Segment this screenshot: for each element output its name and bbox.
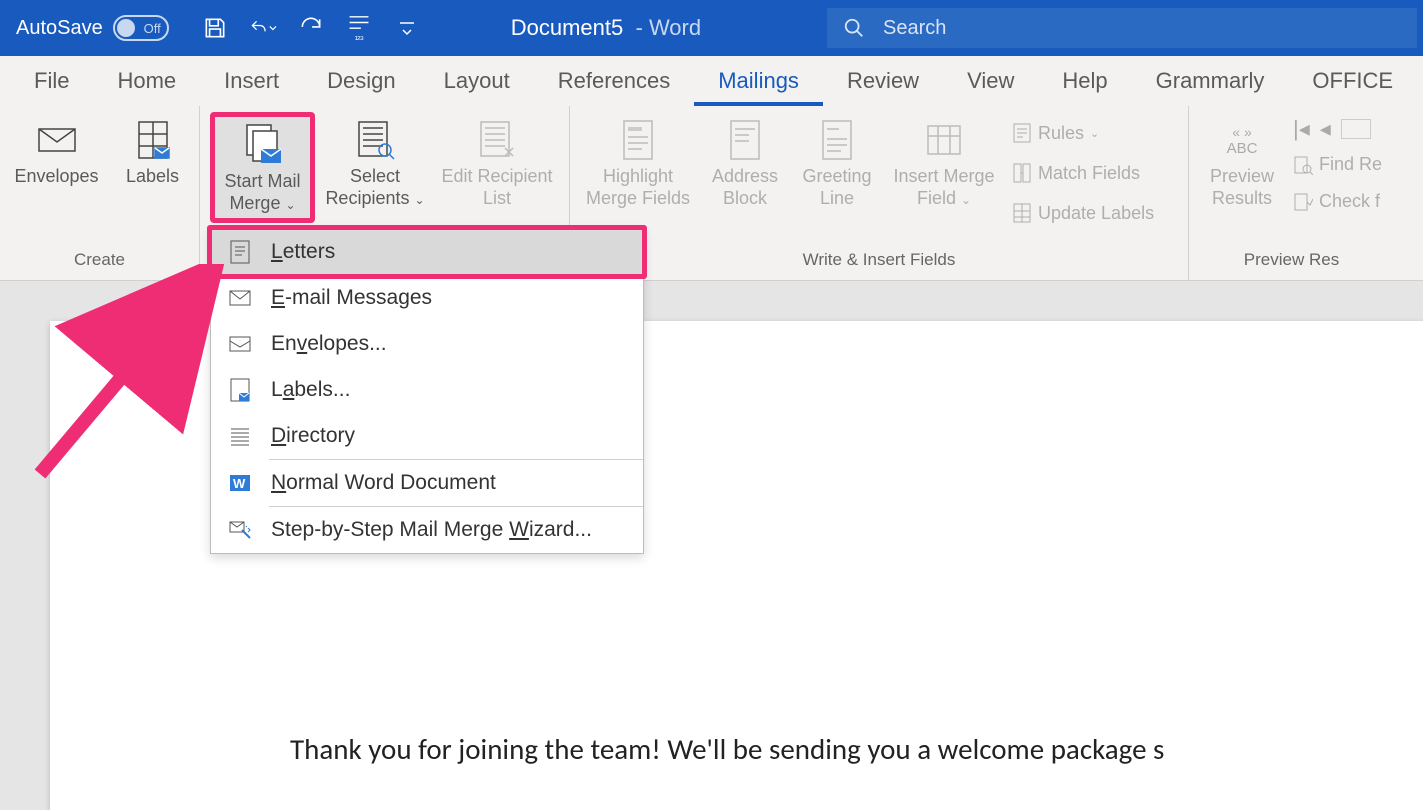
search-box[interactable]: Search bbox=[827, 8, 1417, 48]
update-labels-button: Update Labels bbox=[1012, 198, 1174, 228]
menu-item-labels[interactable]: Labels...Labels... bbox=[211, 367, 643, 413]
document-body-text: Thank you for joining the team! We'll be… bbox=[290, 731, 1164, 767]
quick-access-toolbar: ₁₂₃ bbox=[201, 14, 421, 42]
customize-qat-icon[interactable] bbox=[393, 14, 421, 42]
menu-item-envelopes[interactable]: Envelopes...Envelopes... bbox=[211, 321, 643, 367]
check-errors-button: Check f bbox=[1293, 187, 1382, 216]
address-block-button: Address Block bbox=[702, 112, 788, 213]
rules-button: Rules ⌄ bbox=[1012, 118, 1174, 148]
wizard-icon bbox=[227, 517, 253, 543]
start-mail-merge-icon bbox=[241, 121, 285, 169]
document-title: Document5 - Word bbox=[511, 15, 701, 41]
tab-office[interactable]: OFFICE bbox=[1288, 58, 1417, 106]
menu-item-directory[interactable]: DirectoryDirectory bbox=[211, 413, 643, 459]
labels-icon bbox=[135, 116, 171, 164]
find-recipient-button: Find Re bbox=[1293, 150, 1382, 179]
group-label-create: Create bbox=[74, 250, 125, 276]
address-block-icon bbox=[727, 116, 763, 164]
group-label-preview: Preview Res bbox=[1244, 250, 1339, 276]
autosave-toggle[interactable]: AutoSave Off bbox=[16, 15, 169, 41]
tab-file[interactable]: File bbox=[10, 58, 93, 106]
prev-record-icon: ◂ bbox=[1320, 116, 1331, 142]
record-nav: |◂ ◂ bbox=[1293, 116, 1382, 142]
tab-home[interactable]: Home bbox=[93, 58, 200, 106]
envelope-icon bbox=[37, 116, 77, 164]
ribbon: Envelopes Labels Create Start Mail Merge… bbox=[0, 106, 1423, 281]
tab-review[interactable]: Review bbox=[823, 58, 943, 106]
search-icon bbox=[843, 17, 865, 39]
menu-item-email[interactable]: E-mail MessagesE-mail Messages bbox=[211, 275, 643, 321]
tab-references[interactable]: References bbox=[534, 58, 695, 106]
tab-help[interactable]: Help bbox=[1038, 58, 1131, 106]
svg-text:W: W bbox=[233, 476, 246, 491]
menu-item-letters[interactable]: LLettersetters bbox=[211, 229, 643, 275]
match-fields-button: Match Fields bbox=[1012, 158, 1174, 188]
envelope-menu-icon bbox=[227, 331, 253, 357]
tab-layout[interactable]: Layout bbox=[420, 58, 534, 106]
edit-list-icon bbox=[475, 116, 519, 164]
email-icon bbox=[227, 285, 253, 311]
labels-menu-icon bbox=[227, 377, 253, 403]
start-mail-merge-button[interactable]: Start Mail Merge ⌄ bbox=[210, 112, 315, 223]
select-recipients-button[interactable]: Select Recipients ⌄ bbox=[321, 112, 429, 213]
toggle-state: Off bbox=[144, 21, 161, 36]
tab-insert[interactable]: Insert bbox=[200, 58, 303, 106]
highlight-merge-fields-button: Highlight Merge Fields bbox=[580, 112, 696, 213]
greeting-line-button: Greeting Line bbox=[794, 112, 880, 213]
menu-item-normal-doc[interactable]: W Normal Word DocumentNormal Word Docume… bbox=[211, 460, 643, 506]
envelopes-button[interactable]: Envelopes bbox=[7, 112, 107, 192]
directory-icon bbox=[227, 423, 253, 449]
edit-recipient-list-button: Edit Recipient List bbox=[435, 112, 559, 213]
ribbon-tabs: File Home Insert Design Layout Reference… bbox=[0, 56, 1423, 106]
ribbon-group-preview: « » ABC Preview Results |◂ ◂ Find Re Che… bbox=[1189, 106, 1394, 280]
autosave-label: AutoSave bbox=[16, 17, 103, 40]
preview-results-button: « » ABC Preview Results bbox=[1199, 112, 1285, 213]
undo-icon[interactable] bbox=[249, 14, 277, 42]
insert-merge-icon bbox=[924, 116, 964, 164]
group-label-write-insert: Write & Insert Fields bbox=[803, 250, 956, 276]
start-mail-merge-dropdown: LLettersetters E-mail MessagesE-mail Mes… bbox=[210, 228, 644, 554]
word-doc-icon: W bbox=[227, 470, 253, 496]
greeting-icon bbox=[819, 116, 855, 164]
tab-grammarly[interactable]: Grammarly bbox=[1132, 58, 1289, 106]
tab-view[interactable]: View bbox=[943, 58, 1038, 106]
title-bar: AutoSave Off ₁₂₃ bbox=[0, 0, 1423, 56]
select-recipients-icon bbox=[353, 116, 397, 164]
tab-mailings[interactable]: Mailings bbox=[694, 58, 823, 106]
save-icon[interactable] bbox=[201, 14, 229, 42]
labels-button[interactable]: Labels bbox=[113, 112, 193, 192]
ribbon-group-create: Envelopes Labels Create bbox=[0, 106, 200, 280]
tab-design[interactable]: Design bbox=[303, 58, 419, 106]
search-placeholder: Search bbox=[883, 17, 946, 40]
toggle-switch[interactable]: Off bbox=[113, 15, 169, 41]
first-record-icon: |◂ bbox=[1293, 116, 1310, 142]
menu-item-wizard[interactable]: Step-by-Step Mail Merge Wizard...Step-by… bbox=[211, 507, 643, 553]
ribbon-group-write-insert: Highlight Merge Fields Address Block Gre… bbox=[570, 106, 1189, 280]
insert-merge-field-button: Insert Merge Field ⌄ bbox=[886, 112, 1002, 213]
numbering-icon[interactable]: ₁₂₃ bbox=[345, 14, 373, 42]
nav-arrows-icon: « » bbox=[1232, 124, 1251, 140]
redo-icon[interactable] bbox=[297, 14, 325, 42]
highlight-icon bbox=[620, 116, 656, 164]
letters-icon bbox=[227, 239, 253, 265]
